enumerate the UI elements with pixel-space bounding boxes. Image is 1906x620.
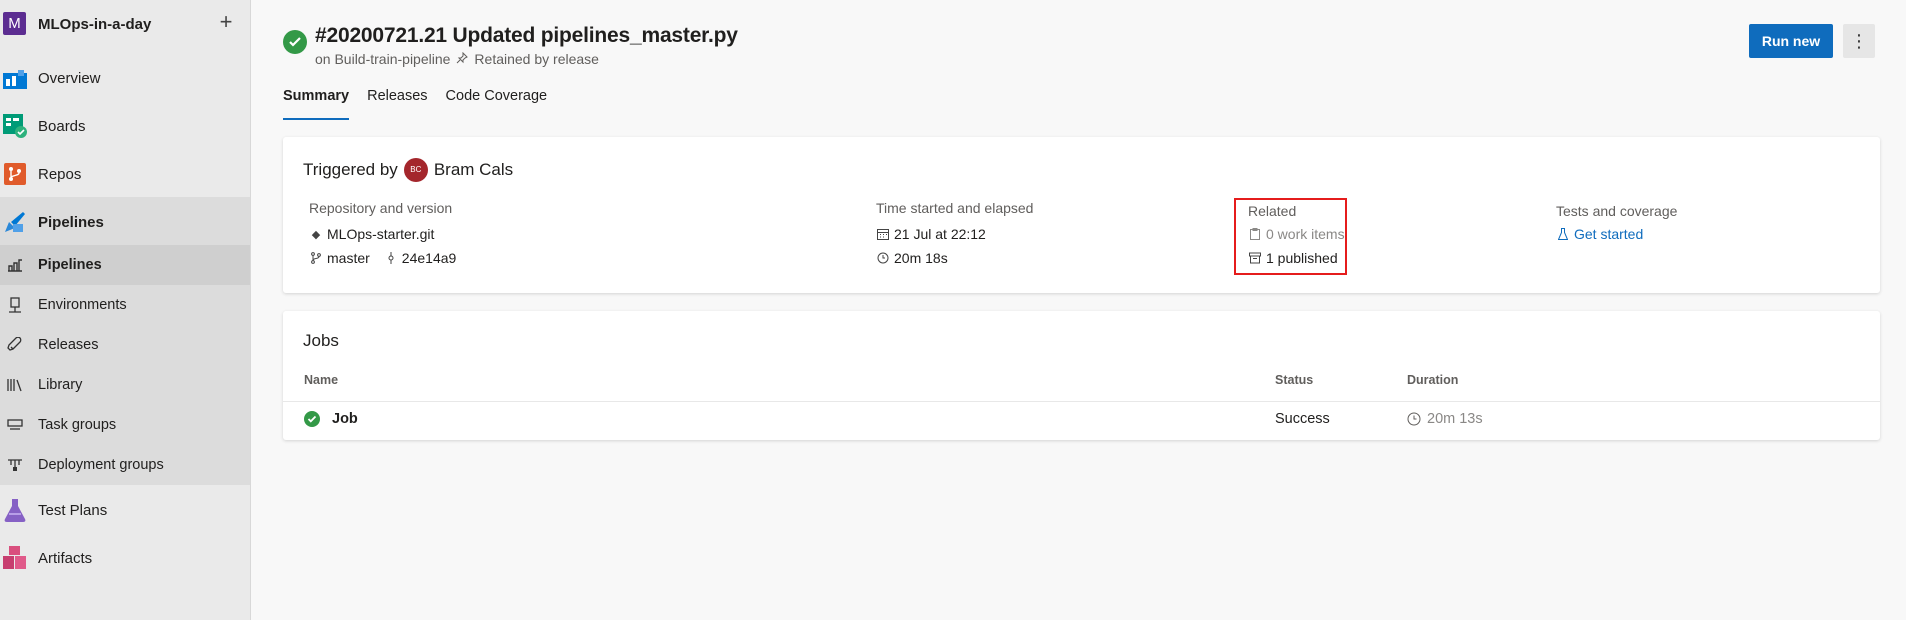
sidebar-subitem-label: Deployment groups (38, 457, 164, 473)
job-name[interactable]: Job (332, 411, 358, 427)
get-started-link[interactable]: Get started (1574, 226, 1643, 242)
task-groups-icon (6, 416, 24, 434)
tab-releases[interactable]: Releases (367, 88, 427, 120)
pin-icon (456, 51, 469, 67)
test-plans-icon (3, 498, 27, 522)
sidebar: M MLOps-in-a-day + Overview Boards Repos… (0, 0, 251, 620)
library-icon (6, 376, 24, 394)
flask-icon (1556, 228, 1570, 240)
sidebar-item-test-plans[interactable]: Test Plans (0, 490, 250, 530)
avatar: BC (403, 158, 428, 182)
boards-icon (3, 114, 27, 138)
sidebar-item-overview[interactable]: Overview (0, 58, 250, 98)
triggered-by: Triggered by BC Bram Cals (303, 158, 513, 182)
tests-column: Tests and coverage Get started (1556, 203, 1677, 248)
repository-column: Repository and version ◆ MLOps-starter.g… (309, 200, 456, 272)
pipelines-icon (3, 210, 27, 234)
clock-icon (1407, 412, 1421, 426)
started-time: 21 Jul at 22:12 (894, 226, 986, 242)
time-column: Time started and elapsed 21 Jul at 22:12… (876, 200, 1033, 272)
job-duration-text: 20m 13s (1427, 411, 1483, 427)
sidebar-subitem-task-groups[interactable]: Task groups (0, 405, 250, 445)
success-status-icon (283, 30, 307, 54)
commit-id[interactable]: 24e14a9 (402, 250, 457, 266)
job-status: Success (1275, 411, 1330, 427)
tab-code-coverage[interactable]: Code Coverage (446, 88, 548, 120)
related-highlight-box (1234, 198, 1347, 275)
triggered-by-label: Triggered by (303, 160, 398, 179)
success-icon (304, 411, 320, 427)
sidebar-item-label: Test Plans (38, 501, 108, 519)
user-name[interactable]: Bram Cals (434, 160, 513, 180)
artifacts-icon (3, 546, 27, 570)
tab-bar: Summary Releases Code Coverage (283, 88, 565, 120)
sidebar-subitem-label: Pipelines (38, 257, 102, 273)
project-avatar: M (3, 12, 26, 35)
commit-icon (384, 252, 398, 264)
clock-icon (876, 252, 890, 264)
job-status-text: Success (1275, 411, 1330, 427)
sidebar-subitem-library[interactable]: Library (0, 365, 250, 405)
sidebar-item-repos[interactable]: Repos (0, 154, 250, 194)
job-duration: 20m 13s (1407, 411, 1483, 427)
tests-row[interactable]: Get started (1556, 224, 1677, 244)
pipeline-link[interactable]: on Build-train-pipeline (315, 51, 450, 67)
project-header[interactable]: M MLOps-in-a-day + (0, 10, 251, 36)
sidebar-item-label: Boards (38, 117, 86, 135)
sidebar-subitem-label: Task groups (38, 417, 117, 433)
branch-name[interactable]: master (327, 250, 370, 266)
overview-icon (3, 66, 27, 90)
column-header-name: Name (304, 373, 339, 387)
tab-summary[interactable]: Summary (283, 88, 350, 120)
sidebar-subitem-label: Library (38, 377, 83, 393)
tests-header: Tests and coverage (1556, 203, 1678, 219)
retained-label: Retained by release (474, 51, 599, 67)
started-row: 21 Jul at 22:12 (876, 224, 1033, 244)
releases-icon (6, 336, 24, 354)
repository-header: Repository and version (309, 200, 453, 216)
sidebar-item-boards[interactable]: Boards (0, 106, 250, 146)
sidebar-item-label: Artifacts (38, 549, 93, 567)
branch-icon (309, 252, 323, 264)
time-header: Time started and elapsed (876, 200, 1034, 216)
sidebar-subitem-environments[interactable]: Environments (0, 285, 250, 325)
sidebar-subitem-label: Environments (38, 297, 127, 313)
column-header-status: Status (1275, 373, 1314, 387)
page-title: #20200721.21 Updated pipelines_master.py (315, 24, 738, 47)
table-divider (283, 401, 1880, 402)
pipelines-sub-icon (6, 256, 24, 274)
run-new-button[interactable]: Run new (1749, 24, 1833, 58)
repos-icon (3, 162, 27, 186)
summary-card: Triggered by BC Bram Cals Repository and… (283, 137, 1880, 293)
git-icon: ◆ (311, 228, 321, 241)
deployment-groups-icon (6, 456, 24, 474)
repository-name[interactable]: MLOps-starter.git (327, 226, 434, 242)
calendar-icon (876, 228, 890, 240)
sidebar-item-artifacts[interactable]: Artifacts (0, 538, 250, 578)
column-header-duration: Duration (1407, 373, 1459, 387)
sidebar-subitem-pipelines[interactable]: Pipelines (0, 245, 250, 285)
page-subtitle: on Build-train-pipeline Retained by rele… (315, 51, 599, 67)
elapsed-row: 20m 18s (876, 248, 1033, 268)
sidebar-subitem-releases[interactable]: Releases (0, 325, 250, 365)
jobs-title: Jobs (303, 331, 339, 350)
sidebar-subitem-label: Releases (38, 337, 99, 353)
sidebar-item-pipelines[interactable]: Pipelines (0, 202, 250, 242)
version-row: master 24e14a9 (309, 248, 456, 268)
elapsed-time: 20m 18s (894, 250, 948, 266)
environments-icon (6, 296, 24, 314)
repository-row[interactable]: ◆ MLOps-starter.git (309, 224, 456, 244)
project-name[interactable]: MLOps-in-a-day (38, 16, 151, 33)
sidebar-subitem-deployment-groups[interactable]: Deployment groups (0, 445, 250, 485)
table-row[interactable]: Job (304, 411, 358, 427)
sidebar-item-label: Overview (38, 69, 101, 87)
jobs-card: Jobs Name Status Duration Job Success 20… (283, 311, 1880, 440)
add-icon[interactable]: + (216, 10, 236, 34)
sidebar-item-label: Pipelines (38, 213, 104, 231)
more-options-icon[interactable]: ⋮ (1843, 24, 1875, 58)
sidebar-item-label: Repos (38, 165, 82, 183)
